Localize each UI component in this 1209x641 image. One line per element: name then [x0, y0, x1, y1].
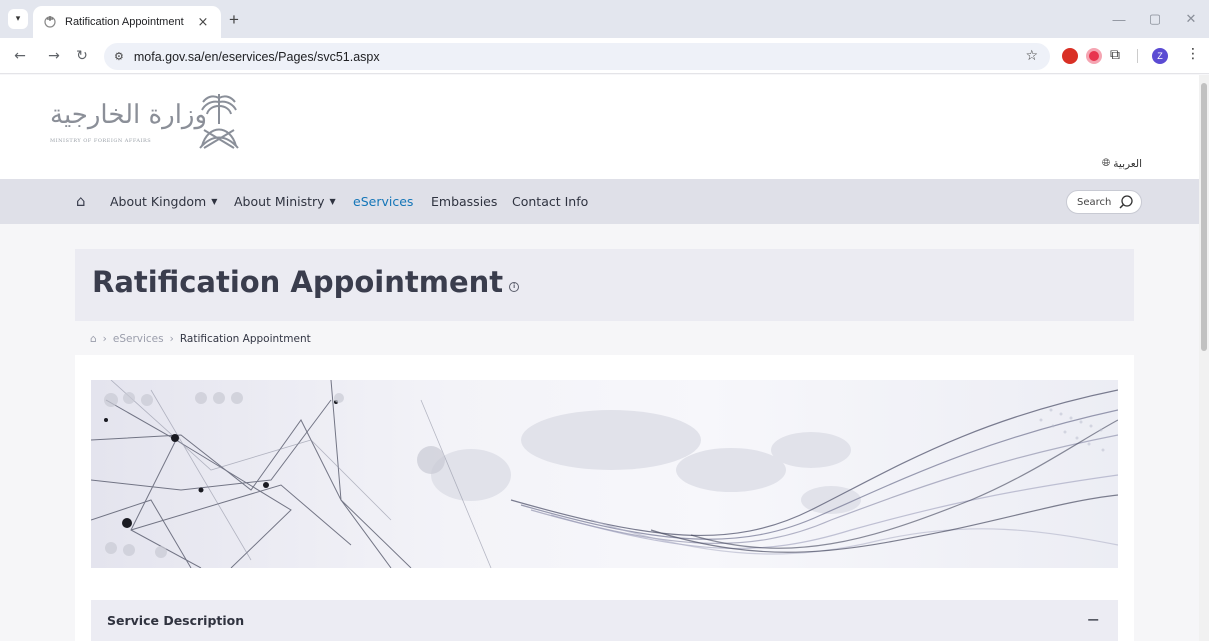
content-card: Service Description − — [75, 355, 1134, 641]
site-info-icon[interactable]: ⚙ — [114, 50, 124, 63]
profile-avatar[interactable]: Z — [1152, 48, 1168, 64]
language-link[interactable]: العربية — [1113, 158, 1142, 170]
tab-title: Ratification Appointment — [65, 16, 184, 28]
browser-toolbar: ← → ↻ ⚙ mofa.gov.sa/en/eservices/Pages/s… — [0, 38, 1209, 74]
back-arrow-icon[interactable]: ← — [10, 46, 30, 66]
info-icon[interactable]: i — [509, 282, 520, 292]
main-navigation: ⌂ About Kingdom ▼ About Ministry ▼ eServic… — [0, 179, 1199, 224]
globe-icon: 🌐︎ — [1101, 157, 1111, 169]
breadcrumb-separator: › — [169, 333, 174, 345]
toolbar-separator — [1137, 49, 1138, 63]
banner-image — [91, 380, 1118, 568]
favicon-icon — [43, 15, 57, 29]
forward-arrow-icon[interactable]: → — [44, 46, 64, 66]
nav-item-eservices[interactable]: eServices — [353, 194, 413, 209]
nav-item-contact-info[interactable]: Contact Info — [512, 194, 588, 209]
url-text[interactable]: mofa.gov.sa/en/eservices/Pages/svc51.asp… — [134, 50, 380, 64]
search-input[interactable]: Search — [1066, 190, 1142, 214]
breadcrumb: ⌂ › eServices › Ratification Appointment — [90, 333, 311, 345]
breadcrumb-eservices[interactable]: eServices — [113, 333, 164, 345]
breadcrumb-home-icon[interactable]: ⌂ — [90, 333, 97, 345]
nav-item-about-ministry[interactable]: About Ministry ▼ — [234, 194, 336, 209]
service-description-title: Service Description — [107, 613, 245, 628]
browser-tab-bar: ▾ Ratification Appointment × + — ▢ ✕ — [0, 0, 1209, 38]
puzzle-icon[interactable]: ⧉ — [1110, 47, 1120, 63]
logo-english-text: MINISTRY OF FOREIGN AFFAIRS — [50, 138, 152, 144]
logo-arabic-text: وزارة الخارجية — [50, 100, 208, 130]
tab-menu-icon[interactable]: ▾ — [8, 9, 28, 29]
nav-item-about-kingdom[interactable]: About Kingdom ▼ — [110, 194, 217, 209]
breadcrumb-current: Ratification Appointment — [179, 333, 311, 345]
page-title-band: Ratification Appointment i — [75, 249, 1134, 321]
home-icon[interactable]: ⌂ — [76, 192, 86, 210]
chevron-down-icon: ▼ — [329, 197, 336, 206]
chevron-down-icon: ▼ — [211, 197, 218, 206]
service-description-panel[interactable]: Service Description − — [91, 600, 1118, 641]
extension-icon[interactable] — [1062, 48, 1078, 64]
reload-icon[interactable]: ↻ — [72, 46, 92, 66]
nav-item-embassies[interactable]: Embassies — [431, 194, 497, 209]
extension-icon[interactable] — [1086, 48, 1102, 64]
maximize-icon[interactable]: ▢ — [1137, 0, 1173, 38]
minimize-icon[interactable]: — — [1101, 0, 1137, 38]
language-switch[interactable]: 🌐︎ العربية — [1102, 157, 1142, 170]
collapse-icon[interactable]: − — [1087, 610, 1100, 629]
tab-close-icon[interactable]: × — [195, 15, 211, 30]
star-icon[interactable]: ☆ — [1025, 48, 1038, 64]
close-window-icon[interactable]: ✕ — [1173, 0, 1209, 38]
breadcrumb-separator: › — [102, 333, 107, 345]
kebab-menu-icon[interactable]: ⋮ — [1186, 46, 1200, 62]
emblem-icon — [199, 94, 239, 149]
new-tab-button[interactable]: + — [229, 10, 239, 30]
search-placeholder: Search — [1077, 196, 1112, 208]
browser-tab[interactable]: Ratification Appointment × — [33, 6, 221, 38]
web-page: وزارة الخارجية MINISTRY OF FOREIGN AFFAI… — [0, 75, 1199, 641]
address-bar[interactable]: ⚙ mofa.gov.sa/en/eservices/Pages/svc51.a… — [104, 43, 1050, 70]
site-header: وزارة الخارجية MINISTRY OF FOREIGN AFFAI… — [0, 75, 1199, 179]
search-icon[interactable] — [1118, 194, 1134, 210]
page-title: Ratification Appointment i — [92, 265, 520, 299]
page-scrollbar[interactable] — [1199, 75, 1209, 641]
ministry-logo[interactable]: وزارة الخارجية MINISTRY OF FOREIGN AFFAI… — [50, 90, 260, 152]
scrollbar-thumb[interactable] — [1201, 83, 1207, 351]
